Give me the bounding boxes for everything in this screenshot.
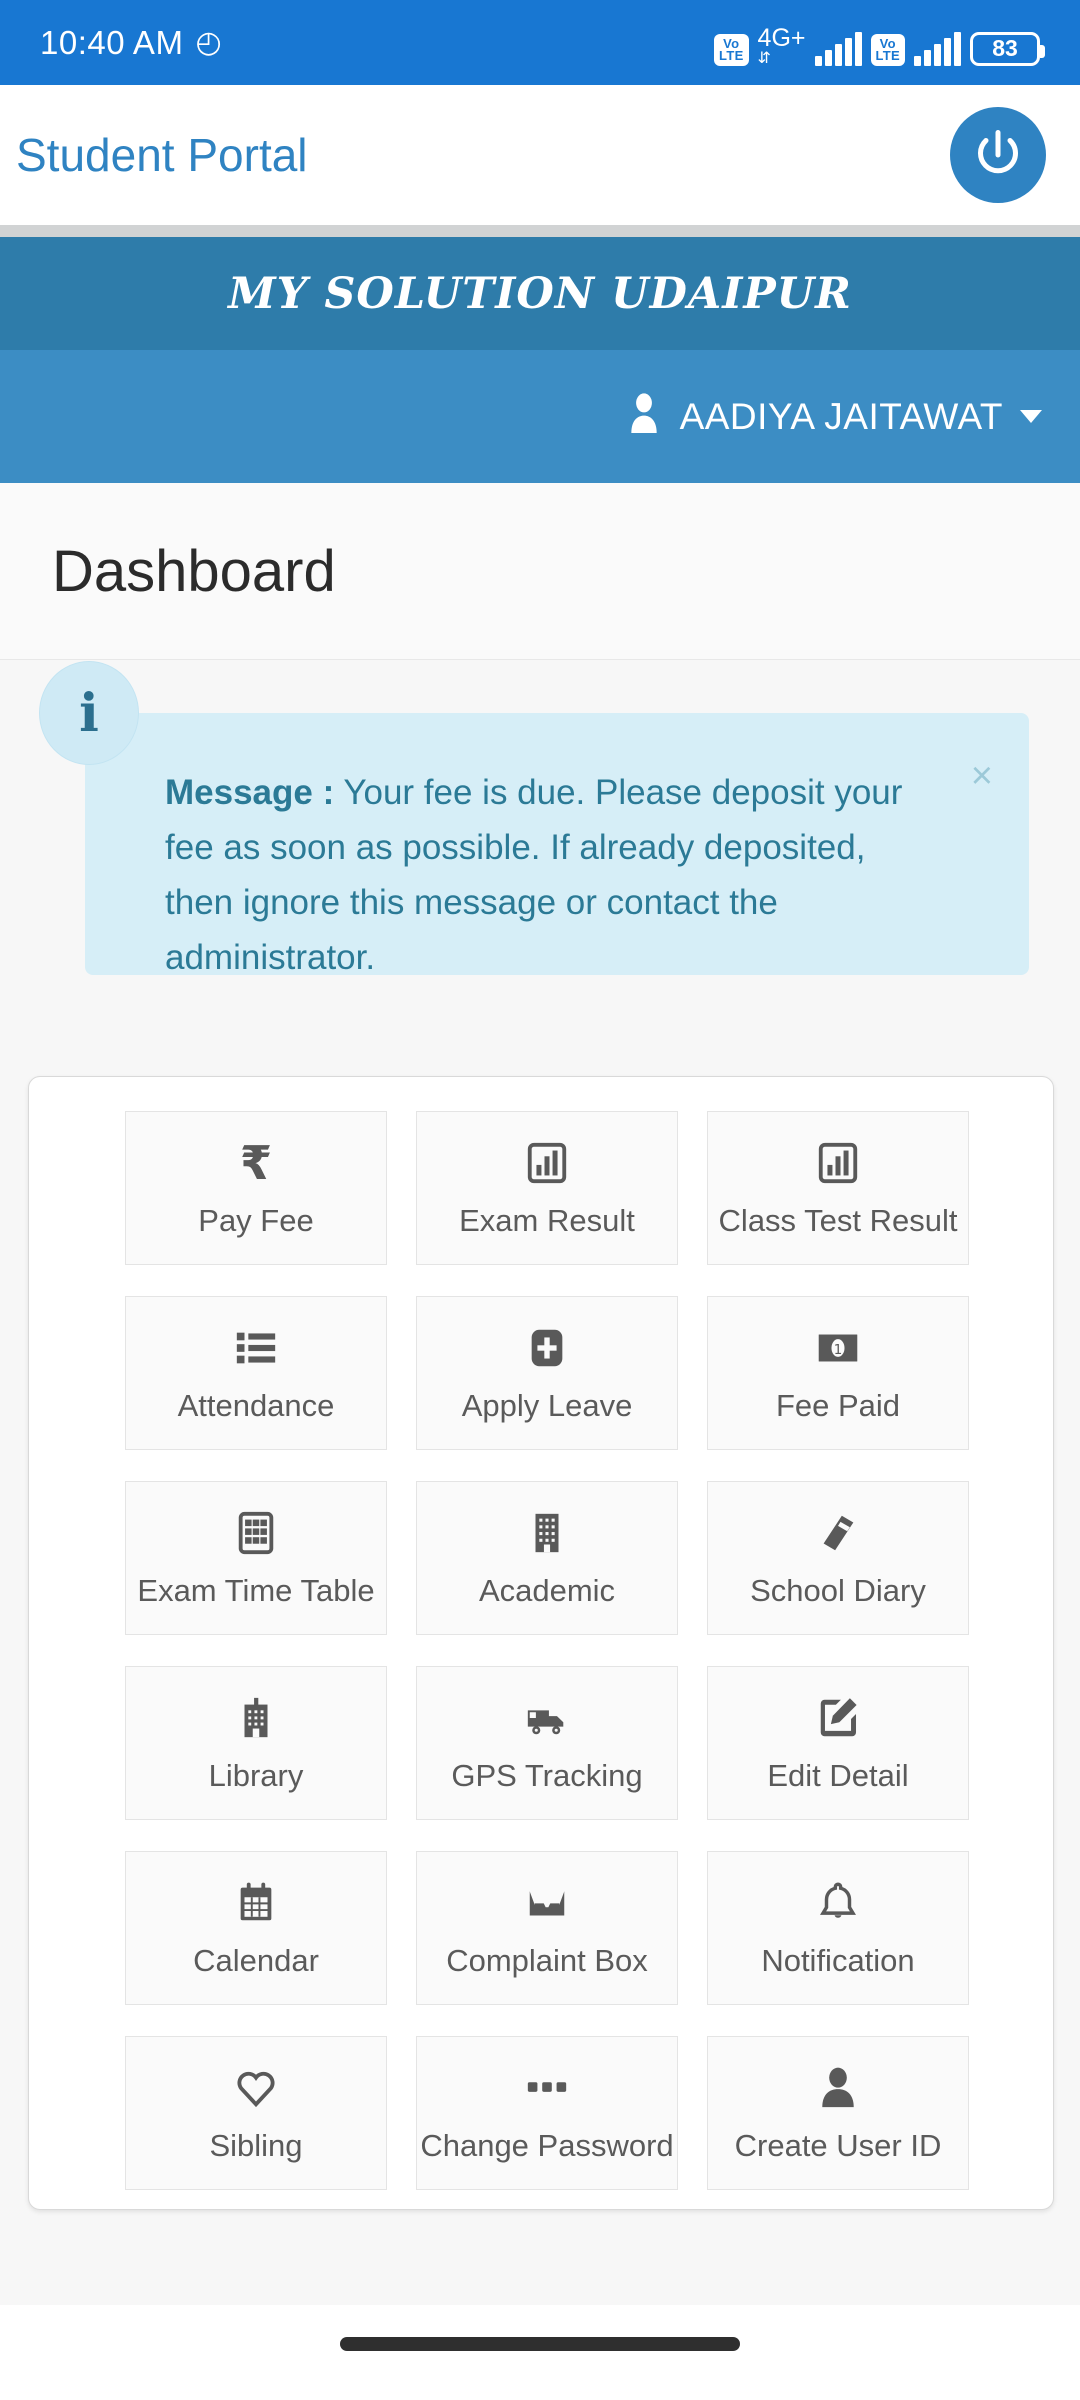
menu-tile-label: Apply Leave bbox=[461, 1388, 633, 1423]
alert-label: Message : bbox=[165, 773, 335, 812]
truck-icon bbox=[524, 1692, 570, 1744]
menu-tile-edit-detail[interactable]: Edit Detail bbox=[707, 1666, 969, 1820]
network-type-label: 4G+ bbox=[757, 23, 806, 52]
menu-tile-fee-paid[interactable]: 1 Fee Paid bbox=[707, 1296, 969, 1450]
school-name: MY SOLUTION UDAIPUR bbox=[228, 268, 852, 319]
user-name-label: AADIYA JAITAWAT bbox=[679, 395, 1003, 437]
menu-tile-academic[interactable]: Academic bbox=[416, 1481, 678, 1635]
status-time-group: 10:40 AM ◴ bbox=[40, 24, 222, 62]
battery-level-label: 83 bbox=[992, 35, 1018, 61]
menu-tile-label: Create User ID bbox=[734, 2128, 942, 2163]
inbox-icon bbox=[524, 1877, 570, 1929]
ellipsis-icon bbox=[524, 2062, 570, 2114]
menu-tile-class-test-result[interactable]: Class Test Result bbox=[707, 1111, 969, 1265]
menu-tile-gps-tracking[interactable]: GPS Tracking bbox=[416, 1666, 678, 1820]
signal-bars-icon-1 bbox=[814, 31, 862, 66]
svg-text:₹: ₹ bbox=[240, 1138, 272, 1188]
alert-region: Message : Your fee is due. Please deposi… bbox=[0, 661, 1080, 1021]
menu-tile-label: Sibling bbox=[209, 2128, 303, 2163]
hospital-building-icon bbox=[233, 1692, 279, 1744]
book-icon bbox=[815, 1507, 861, 1559]
heart-icon bbox=[233, 2062, 279, 2114]
menu-tile-change-password[interactable]: Change Password bbox=[416, 2036, 678, 2190]
menu-tile-label: Change Password bbox=[420, 2128, 674, 2163]
menu-tile-create-user-id[interactable]: Create User ID bbox=[707, 2036, 969, 2190]
menu-tile-notification[interactable]: Notification bbox=[707, 1851, 969, 2005]
menu-tile-label: Attendance bbox=[177, 1388, 335, 1423]
bar-chart-icon bbox=[815, 1137, 861, 1189]
network-type-group: 4G+ ⇵ bbox=[757, 23, 806, 67]
menu-card: ₹ Pay Fee Exam Result Class Test Result Atte… bbox=[28, 1076, 1054, 2210]
menu-tile-label: Edit Detail bbox=[767, 1758, 909, 1793]
status-clock-label: 10:40 AM bbox=[40, 23, 184, 61]
power-icon[interactable] bbox=[950, 107, 1046, 203]
navigation-area bbox=[0, 2305, 1080, 2400]
gesture-handle[interactable] bbox=[340, 2337, 740, 2351]
svg-text:1: 1 bbox=[834, 1343, 843, 1358]
list-icon bbox=[233, 1322, 279, 1374]
volte2-line-2: LTE bbox=[875, 47, 900, 63]
menu-tile-library[interactable]: Library bbox=[125, 1666, 387, 1820]
status-icons: Vo LTE 4G+ ⇵ Vo LTE 83 bbox=[714, 20, 1045, 67]
plus-square-icon bbox=[524, 1322, 570, 1374]
menu-tile-label: Fee Paid bbox=[775, 1388, 901, 1423]
menu-tile-complaint-box[interactable]: Complaint Box bbox=[416, 1851, 678, 2005]
menu-tile-label: Exam Time Table bbox=[137, 1573, 375, 1608]
volte-line-2: LTE bbox=[719, 47, 744, 63]
menu-tile-label: GPS Tracking bbox=[451, 1758, 643, 1793]
menu-tile-label: Notification bbox=[761, 1943, 915, 1978]
menu-tile-school-diary[interactable]: School Diary bbox=[707, 1481, 969, 1635]
page-title: Dashboard bbox=[52, 538, 336, 604]
banknote-icon: 1 bbox=[815, 1322, 861, 1374]
pencil-square-icon bbox=[815, 1692, 861, 1744]
info-icon: i bbox=[39, 661, 139, 765]
app-bar: Student Portal bbox=[0, 85, 1080, 225]
menu-grid: ₹ Pay Fee Exam Result Class Test Result Atte… bbox=[125, 1111, 969, 2221]
menu-tile-apply-leave[interactable]: Apply Leave bbox=[416, 1296, 678, 1450]
data-arrows-icon: ⇵ bbox=[757, 49, 771, 67]
alarm-icon: ◴ bbox=[195, 26, 223, 59]
menu-tile-label: Exam Result bbox=[459, 1203, 635, 1238]
menu-tile-label: Pay Fee bbox=[198, 1203, 314, 1238]
menu-tile-calendar[interactable]: Calendar bbox=[125, 1851, 387, 2005]
school-banner: MY SOLUTION UDAIPUR bbox=[0, 237, 1080, 350]
menu-tile-exam-time-table[interactable]: Exam Time Table bbox=[125, 1481, 387, 1635]
rupee-icon: ₹ bbox=[234, 1137, 278, 1189]
page-header: Dashboard bbox=[0, 483, 1080, 660]
bar-chart-icon bbox=[524, 1137, 570, 1189]
close-icon[interactable]: × bbox=[971, 757, 993, 795]
bell-icon bbox=[815, 1877, 861, 1929]
building-icon bbox=[524, 1507, 570, 1559]
alert-text: Message : Your fee is due. Please deposi… bbox=[165, 765, 925, 985]
caret-down-icon[interactable] bbox=[1020, 410, 1042, 423]
battery-icon: 83 bbox=[970, 31, 1045, 66]
fee-due-alert: Message : Your fee is due. Please deposi… bbox=[85, 713, 1029, 977]
menu-tile-label: Complaint Box bbox=[446, 1943, 648, 1978]
status-bar: 10:40 AM ◴ Vo LTE 4G+ ⇵ Vo LTE 83 bbox=[0, 0, 1080, 85]
menu-tile-label: Library bbox=[208, 1758, 304, 1793]
volte-icon-2: Vo LTE bbox=[870, 33, 905, 66]
info-glyph: i bbox=[79, 682, 99, 744]
person-icon bbox=[815, 2062, 861, 2114]
signal-bars-icon-2 bbox=[914, 31, 961, 66]
user-bar[interactable]: AADIYA JAITAWAT bbox=[0, 350, 1080, 483]
menu-tile-label: Calendar bbox=[193, 1943, 319, 1978]
calendar-icon bbox=[233, 1877, 279, 1929]
menu-tile-pay-fee[interactable]: ₹ Pay Fee bbox=[125, 1111, 387, 1265]
menu-tile-attendance[interactable]: Attendance bbox=[125, 1296, 387, 1450]
volte-icon-1: Vo LTE bbox=[714, 33, 749, 66]
person-icon bbox=[625, 392, 663, 441]
menu-tile-exam-result[interactable]: Exam Result bbox=[416, 1111, 678, 1265]
menu-tile-label: School Diary bbox=[750, 1573, 926, 1608]
menu-tile-sibling[interactable]: Sibling bbox=[125, 2036, 387, 2190]
table-grid-icon bbox=[233, 1507, 279, 1559]
phone-screen: 10:40 AM ◴ Vo LTE 4G+ ⇵ Vo LTE 83 Studen… bbox=[0, 0, 1080, 2400]
divider bbox=[0, 225, 1080, 237]
menu-tile-label: Class Test Result bbox=[718, 1203, 958, 1238]
app-title: Student Portal bbox=[16, 129, 308, 181]
menu-tile-label: Academic bbox=[478, 1573, 616, 1608]
